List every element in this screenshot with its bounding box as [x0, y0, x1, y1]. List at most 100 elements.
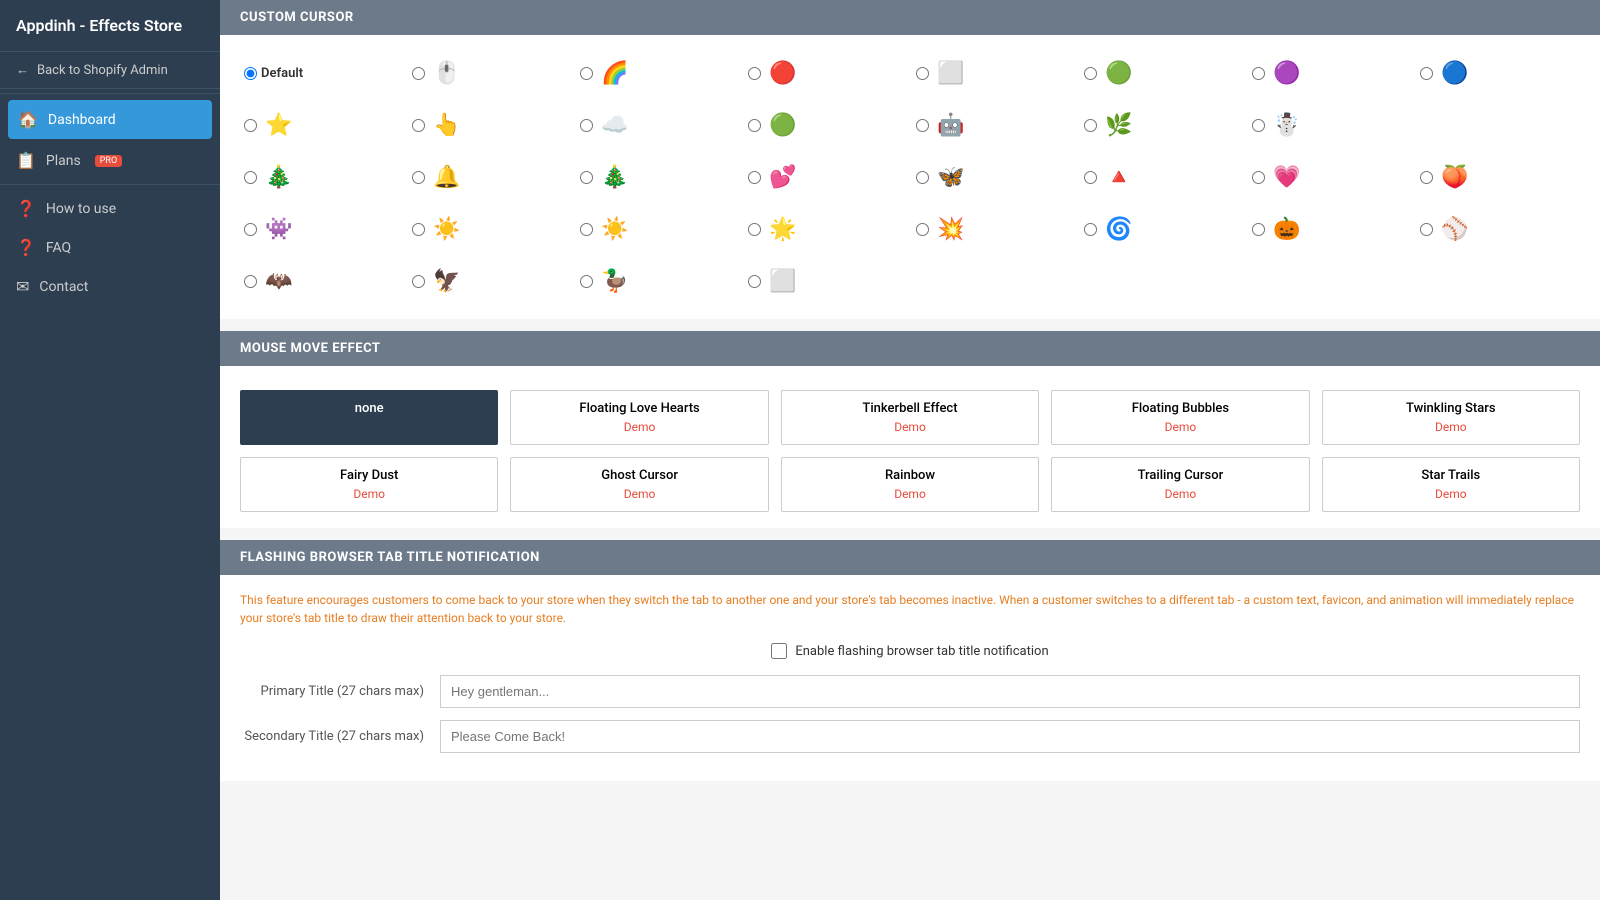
primary-title-row: Primary Title (27 chars max) [240, 675, 1580, 708]
cursor-radio-32[interactable] [412, 275, 425, 288]
dashboard-icon: 🏠 [18, 110, 38, 129]
cursor-radio-7[interactable] [1420, 67, 1433, 80]
cursor-option-10[interactable]: ☁️ [576, 103, 740, 147]
effect-btn-star-trails[interactable]: Star Trails Demo [1322, 457, 1580, 512]
cursor-radio-14[interactable] [1252, 119, 1265, 132]
cursor-radio-13[interactable] [1084, 119, 1097, 132]
cursor-radio-17[interactable] [580, 171, 593, 184]
cursor-option-19[interactable]: 🦋 [912, 155, 1076, 199]
cursor-option-18[interactable]: 💕 [744, 155, 908, 199]
cursor-option-15[interactable]: 🎄 [240, 155, 404, 199]
effect-btn-fairy-dust[interactable]: Fairy Dust Demo [240, 457, 498, 512]
cursor-radio-22[interactable] [1420, 171, 1433, 184]
cursor-option-13[interactable]: 🌿 [1080, 103, 1244, 147]
cursor-option-34[interactable]: ⬜ [744, 259, 908, 303]
cursor-radio-4[interactable] [916, 67, 929, 80]
cursor-option-26[interactable]: 🌟 [744, 207, 908, 251]
cursor-img-18: 💕 [765, 159, 801, 195]
sidebar-item-faq[interactable]: ❓ FAQ [0, 228, 220, 267]
cursor-option-16[interactable]: 🔔 [408, 155, 572, 199]
primary-title-input[interactable] [440, 675, 1580, 708]
effect-btn-none[interactable]: none [240, 390, 498, 445]
cursor-radio-5[interactable] [1084, 67, 1097, 80]
cursor-radio-default[interactable] [244, 67, 257, 80]
cursor-radio-28[interactable] [1084, 223, 1097, 236]
cursor-option-20[interactable]: 🔺 [1080, 155, 1244, 199]
back-to-shopify[interactable]: ← Back to Shopify Admin [0, 52, 220, 89]
secondary-title-input[interactable] [440, 720, 1580, 753]
cursor-option-33[interactable]: 🦆 [576, 259, 740, 303]
cursor-option-21[interactable]: 💗 [1248, 155, 1412, 199]
cursor-img-19: 🦋 [933, 159, 969, 195]
cursor-radio-30[interactable] [1420, 223, 1433, 236]
cursor-option-1[interactable]: 🖱️ [408, 51, 572, 95]
cursor-option-default[interactable]: Default [240, 62, 404, 85]
cursor-option-3[interactable]: 🔴 [744, 51, 908, 95]
cursor-radio-18[interactable] [748, 171, 761, 184]
effect-btn-rainbow[interactable]: Rainbow Demo [781, 457, 1039, 512]
enable-checkbox[interactable] [771, 643, 787, 659]
cursor-option-24[interactable]: ☀️ [408, 207, 572, 251]
effect-btn-floating-bubbles[interactable]: Floating Bubbles Demo [1051, 390, 1309, 445]
effect-btn-twinkling-stars[interactable]: Twinkling Stars Demo [1322, 390, 1580, 445]
cursor-option-29[interactable]: 🎃 [1248, 207, 1412, 251]
sidebar-item-contact[interactable]: ✉ Contact [0, 267, 220, 306]
cursor-radio-29[interactable] [1252, 223, 1265, 236]
custom-cursor-header: CUSTOM CURSOR [220, 0, 1600, 35]
cursor-option-12[interactable]: 🤖 [912, 103, 1076, 147]
cursor-radio-10[interactable] [580, 119, 593, 132]
sidebar-item-how-to-use[interactable]: ❓ How to use [0, 189, 220, 228]
cursor-option-17[interactable]: 🎄 [576, 155, 740, 199]
cursor-radio-15[interactable] [244, 171, 257, 184]
cursor-radio-27[interactable] [916, 223, 929, 236]
cursor-radio-34[interactable] [748, 275, 761, 288]
cursor-radio-2[interactable] [580, 67, 593, 80]
mouse-effect-body: none Floating Love Hearts Demo Tinkerbel… [220, 366, 1600, 528]
cursor-radio-24[interactable] [412, 223, 425, 236]
cursor-radio-1[interactable] [412, 67, 425, 80]
cursor-radio-19[interactable] [916, 171, 929, 184]
cursor-radio-33[interactable] [580, 275, 593, 288]
cursor-radio-23[interactable] [244, 223, 257, 236]
cursor-radio-16[interactable] [412, 171, 425, 184]
cursor-option-25[interactable]: ☀️ [576, 207, 740, 251]
cursor-option-27[interactable]: 💥 [912, 207, 1076, 251]
cursor-option-30[interactable]: ⚾ [1416, 207, 1580, 251]
cursor-radio-3[interactable] [748, 67, 761, 80]
cursor-option-28[interactable]: 🌀 [1080, 207, 1244, 251]
cursor-radio-8[interactable] [244, 119, 257, 132]
cursor-option-9[interactable]: 👆 [408, 103, 572, 147]
cursor-radio-11[interactable] [748, 119, 761, 132]
effect-btn-tinkerbell[interactable]: Tinkerbell Effect Demo [781, 390, 1039, 445]
effect-btn-ghost-cursor[interactable]: Ghost Cursor Demo [510, 457, 768, 512]
cursor-option-11[interactable]: 🟢 [744, 103, 908, 147]
cursor-img-20: 🔺 [1101, 159, 1137, 195]
cursor-option-31[interactable]: 🦇 [240, 259, 404, 303]
contact-icon: ✉ [16, 277, 29, 296]
cursor-radio-6[interactable] [1252, 67, 1265, 80]
effect-btn-floating-love-hearts[interactable]: Floating Love Hearts Demo [510, 390, 768, 445]
cursor-option-22[interactable]: 🍑 [1416, 155, 1580, 199]
cursor-option-4[interactable]: ⬜ [912, 51, 1076, 95]
cursor-radio-21[interactable] [1252, 171, 1265, 184]
cursor-radio-26[interactable] [748, 223, 761, 236]
cursor-option-2[interactable]: 🌈 [576, 51, 740, 95]
cursor-radio-25[interactable] [580, 223, 593, 236]
effect-btn-trailing-cursor[interactable]: Trailing Cursor Demo [1051, 457, 1309, 512]
cursor-option-23[interactable]: 👾 [240, 207, 404, 251]
cursor-option-7[interactable]: 🔵 [1416, 51, 1580, 95]
cursor-radio-12[interactable] [916, 119, 929, 132]
cursor-option-8[interactable]: ⭐ [240, 103, 404, 147]
cursor-img-1: 🖱️ [429, 55, 465, 91]
cursor-option-32[interactable]: 🦅 [408, 259, 572, 303]
cursor-radio-31[interactable] [244, 275, 257, 288]
custom-cursor-body: Default 🖱️ 🌈 🔴 ⬜ 🟢 🟣 🔵 ⭐ 👆 ☁️ 🟢 🤖 🌿 ☃️ [220, 35, 1600, 319]
cursor-radio-20[interactable] [1084, 171, 1097, 184]
cursor-option-14[interactable]: ☃️ [1248, 103, 1412, 147]
cursor-option-5[interactable]: 🟢 [1080, 51, 1244, 95]
cursor-option-6[interactable]: 🟣 [1248, 51, 1412, 95]
sidebar-item-dashboard[interactable]: 🏠 Dashboard [8, 100, 212, 139]
sidebar-item-plans[interactable]: 📋 Plans PRO [0, 141, 220, 180]
faq-icon: ❓ [16, 238, 36, 257]
cursor-radio-9[interactable] [412, 119, 425, 132]
